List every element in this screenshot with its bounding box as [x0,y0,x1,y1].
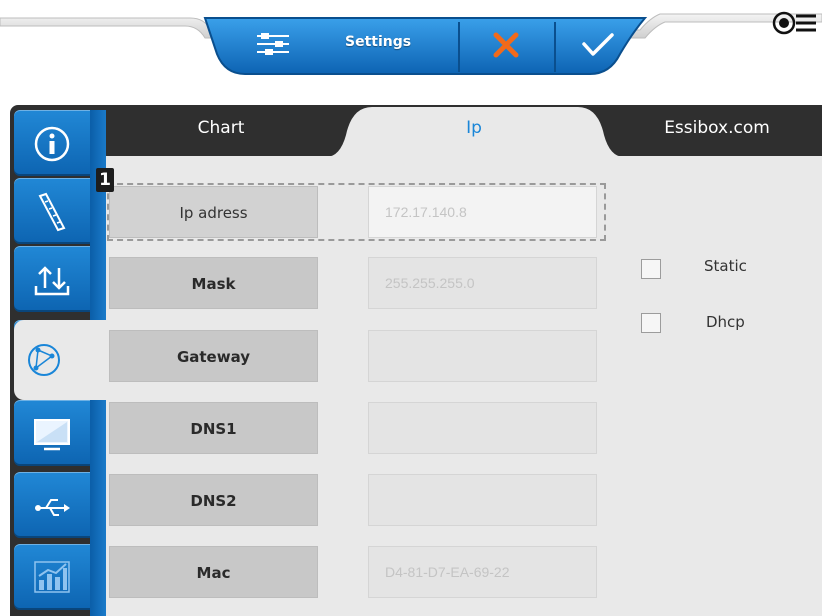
tab-essibox[interactable]: Essibox.com [612,105,822,156]
toolbar: Settings [185,14,655,78]
static-checkbox[interactable] [641,259,661,279]
network-icon [28,344,60,376]
sliders-icon [257,33,289,55]
info-icon [34,126,70,162]
usb-icon [35,499,70,516]
sidebar-item-info[interactable] [14,110,90,176]
dns2-field[interactable] [368,474,597,526]
chart-icon [34,561,70,593]
sidebar-item-usb[interactable] [14,472,90,538]
display-icon [34,419,70,451]
tab-ip[interactable]: Ip [336,105,612,156]
dns2-label: DNS2 [109,474,318,526]
ruler-icon [38,192,66,232]
sidebar-item-display[interactable] [14,400,90,466]
sidebar-active-network[interactable] [24,340,64,384]
upload-download-icon [34,266,70,296]
close-icon [493,32,519,58]
mac-label: Mac [109,546,318,598]
static-label: Static [704,257,747,275]
dns1-label: DNS1 [109,402,318,454]
dhcp-checkbox[interactable] [641,313,661,333]
settings-button[interactable]: Settings [233,14,459,74]
gateway-label: Gateway [109,330,318,382]
confirm-button[interactable] [555,14,645,74]
sidebar-item-ruler[interactable] [14,178,90,244]
mask-label: Mask [109,257,318,309]
sidebar-item-stats[interactable] [14,544,90,610]
mac-field[interactable]: D4-81-D7-EA-69-22 [368,546,597,598]
annotation-badge: 1 [96,168,114,192]
check-icon [582,33,614,56]
settings-label: Settings [345,34,412,50]
dhcp-label: Dhcp [706,313,745,331]
cancel-button[interactable] [459,14,555,74]
dns1-field[interactable] [368,402,597,454]
sidebar-item-transfer[interactable] [14,246,90,312]
highlight-box [107,183,606,241]
tab-chart[interactable]: Chart [106,105,336,156]
gateway-field[interactable] [368,330,597,382]
menu-icon[interactable] [772,10,816,36]
mask-field[interactable]: 255.255.255.0 [368,257,597,309]
